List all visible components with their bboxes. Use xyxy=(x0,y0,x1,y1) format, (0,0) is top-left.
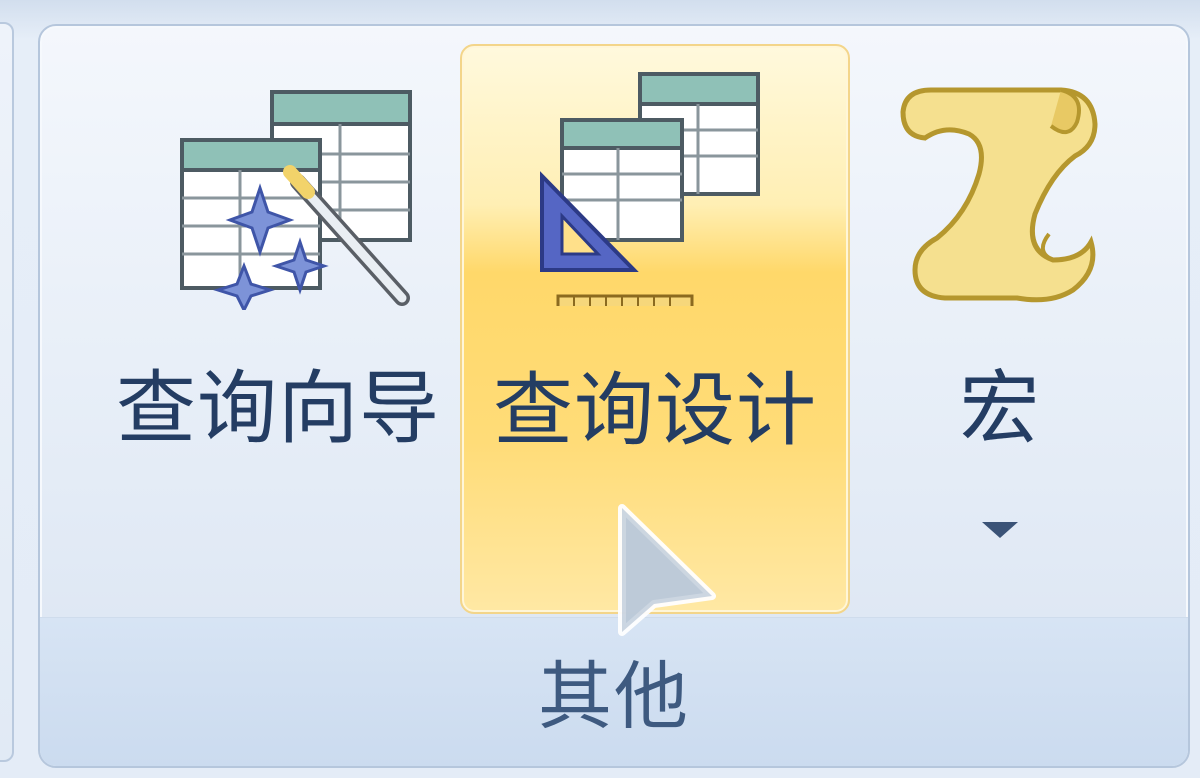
ribbon-group-other: 查询向导 查询设计 宏 其他 xyxy=(38,24,1190,768)
query-wizard-label: 查询向导 xyxy=(116,362,440,455)
macro-button[interactable]: 宏 xyxy=(885,44,1115,614)
group-label: 其他 xyxy=(538,654,690,740)
mouse-cursor-icon xyxy=(618,504,716,636)
previous-group-edge xyxy=(0,22,14,762)
query-design-label: 查询设计 xyxy=(493,364,817,457)
macro-scroll-icon xyxy=(900,87,1098,303)
macro-label: 宏 xyxy=(959,362,1041,455)
chevron-down-icon[interactable] xyxy=(982,522,1018,538)
query-design-icon xyxy=(540,72,760,306)
query-wizard-button[interactable]: 查询向导 xyxy=(78,44,478,614)
query-wizard-icon xyxy=(180,90,412,310)
